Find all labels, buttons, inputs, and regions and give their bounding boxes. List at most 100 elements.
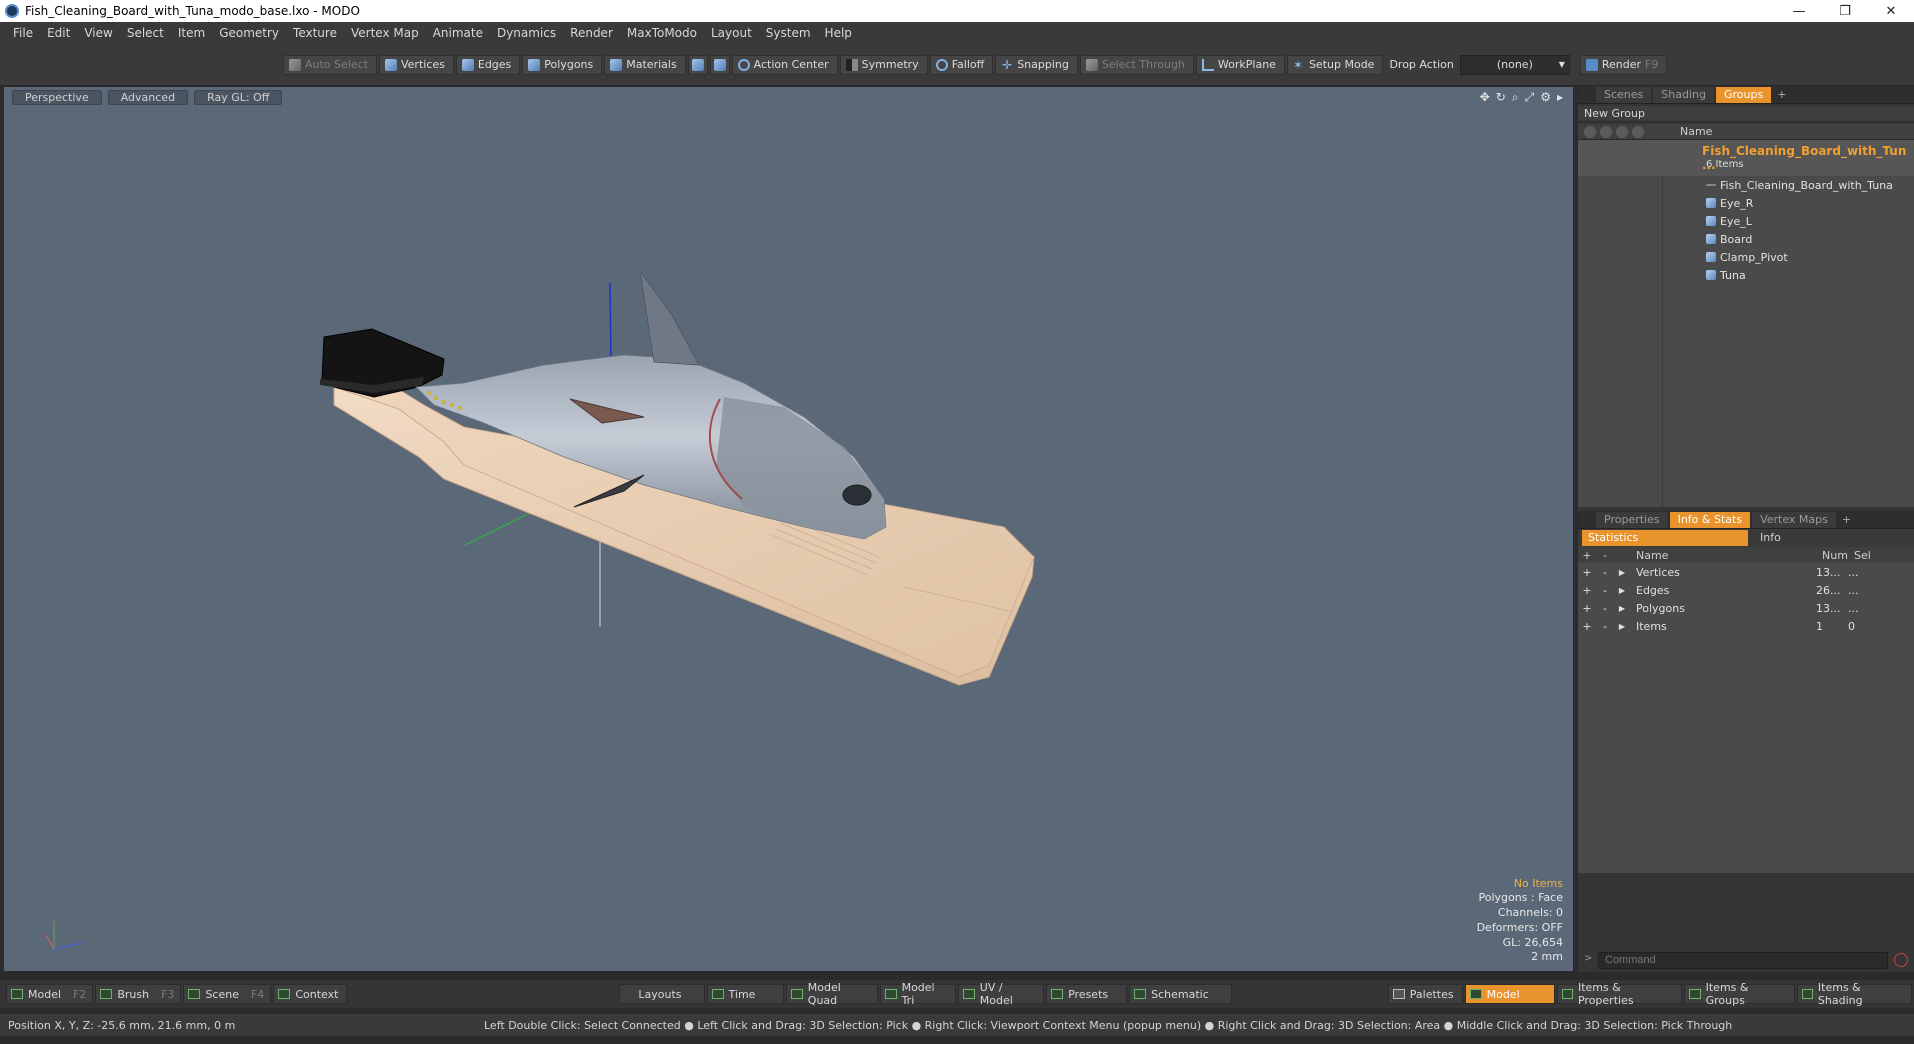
auto-select-button[interactable]: Auto Select: [283, 54, 377, 75]
action-center-button[interactable]: Action Center: [731, 54, 838, 75]
command-input[interactable]: [1598, 951, 1888, 969]
render-button[interactable]: Render F9: [1579, 54, 1668, 75]
menu-dynamics[interactable]: Dynamics: [490, 22, 563, 44]
num-column-header[interactable]: Num: [1822, 549, 1854, 562]
drop-action-select[interactable]: (none) ▼: [1459, 54, 1570, 75]
menu-file[interactable]: File: [6, 22, 40, 44]
tab-groups[interactable]: Groups: [1715, 86, 1772, 103]
collapse-icon[interactable]: -: [1596, 620, 1614, 633]
items-groups-button[interactable]: Items & Groups: [1684, 981, 1795, 1007]
collapse-icon[interactable]: -: [1596, 584, 1614, 597]
list-item[interactable]: Board: [1578, 230, 1914, 248]
scene-mode-button[interactable]: Scene F4: [183, 984, 272, 1004]
presets-button[interactable]: Presets: [1046, 984, 1128, 1004]
materials-button[interactable]: Materials: [604, 54, 686, 75]
sel-column-header[interactable]: Sel: [1854, 549, 1871, 562]
group-root-item[interactable]: Fish_Cleaning_Board_with_Tun ... 6 Items: [1578, 140, 1914, 176]
add-tab-icon[interactable]: +: [1777, 88, 1786, 101]
menu-help[interactable]: Help: [818, 22, 859, 44]
snapping-button[interactable]: ✛ Snapping: [995, 54, 1078, 75]
list-item[interactable]: Eye_R: [1578, 194, 1914, 212]
select-through-button[interactable]: Select Through: [1079, 54, 1194, 75]
menu-geometry[interactable]: Geometry: [212, 22, 286, 44]
tab-vertex-maps[interactable]: Vertex Maps: [1752, 511, 1836, 528]
tab-shading[interactable]: Shading: [1653, 86, 1714, 103]
pan-icon[interactable]: ✥: [1480, 90, 1490, 105]
triangle-right-icon[interactable]: ▶: [1614, 604, 1630, 613]
menu-maxtomodo[interactable]: MaxToModo: [620, 22, 704, 44]
collapse-all-icon[interactable]: -: [1596, 549, 1614, 562]
list-item[interactable]: Eye_L: [1578, 212, 1914, 230]
expand-icon[interactable]: +: [1578, 566, 1596, 579]
expand-icon[interactable]: +: [1578, 602, 1596, 615]
rotate-icon[interactable]: ↻: [1496, 90, 1506, 105]
gear-icon[interactable]: ⚙: [1540, 90, 1551, 105]
model-layout-button[interactable]: Model: [1464, 984, 1555, 1004]
expand-icon[interactable]: +: [1578, 620, 1596, 633]
view-perspective-tab[interactable]: Perspective: [12, 89, 102, 105]
lock-icon[interactable]: [1616, 125, 1628, 138]
triangle-right-icon[interactable]: ▶: [1614, 568, 1630, 577]
view-style-tab[interactable]: Advanced: [107, 89, 189, 105]
edges-button[interactable]: Edges: [455, 54, 521, 75]
maximize-icon[interactable]: ⤢: [1525, 90, 1535, 105]
triangle-right-icon[interactable]: ▶: [1614, 622, 1630, 631]
symmetry-button[interactable]: Symmetry: [839, 54, 928, 75]
menu-texture[interactable]: Texture: [286, 22, 344, 44]
name-column-header[interactable]: Name: [1636, 549, 1822, 562]
model-tri-button[interactable]: Model Tri: [880, 981, 957, 1007]
eye-icon[interactable]: [1584, 125, 1596, 138]
statistics-tab[interactable]: Statistics: [1582, 530, 1748, 546]
zoom-icon[interactable]: ⌕: [1512, 90, 1519, 105]
table-row[interactable]: + - ▶ Vertices 13......: [1578, 563, 1914, 581]
schematic-button[interactable]: Schematic: [1129, 984, 1232, 1004]
tab-scenes[interactable]: Scenes: [1596, 86, 1652, 103]
table-row[interactable]: + - ▶ Polygons 13......: [1578, 599, 1914, 617]
table-row[interactable]: + - ▶ Items 1 0: [1578, 617, 1914, 635]
workplane-button[interactable]: WorkPlane: [1195, 54, 1285, 75]
new-group-button[interactable]: New Group: [1578, 106, 1914, 122]
items-properties-button[interactable]: Items & Properties: [1556, 981, 1683, 1007]
tab-properties[interactable]: Properties: [1596, 511, 1668, 528]
more-arrow-icon[interactable]: ▸: [1557, 90, 1563, 105]
add-tab-icon[interactable]: +: [1842, 513, 1851, 526]
menu-layout[interactable]: Layout: [704, 22, 759, 44]
brush-mode-button[interactable]: Brush F3: [95, 984, 182, 1004]
triangle-right-icon[interactable]: ▶: [1614, 586, 1630, 595]
render-toggle-icon[interactable]: [1600, 125, 1612, 138]
menu-item[interactable]: Item: [171, 22, 212, 44]
context-mode-button[interactable]: Context: [273, 984, 348, 1004]
falloff-button[interactable]: Falloff: [929, 54, 994, 75]
restore-button[interactable]: ❐: [1822, 0, 1868, 22]
uv-model-button[interactable]: UV / Model: [958, 981, 1045, 1007]
info-tab[interactable]: Info: [1754, 530, 1787, 546]
ray-gl-tab[interactable]: Ray GL: Off: [194, 89, 283, 105]
expand-icon[interactable]: +: [1578, 584, 1596, 597]
list-item[interactable]: Fish_Cleaning_Board_with_Tuna: [1578, 176, 1914, 194]
menu-view[interactable]: View: [77, 22, 119, 44]
select-mode-pivot-button[interactable]: [709, 54, 730, 75]
select-toggle-icon[interactable]: [1632, 125, 1644, 138]
tab-info-stats[interactable]: Info & Stats: [1669, 511, 1751, 528]
model-mode-button[interactable]: Model F2: [6, 984, 94, 1004]
menu-animate[interactable]: Animate: [426, 22, 490, 44]
command-history-icon[interactable]: >: [1584, 953, 1592, 964]
close-button[interactable]: ✕: [1868, 0, 1914, 22]
vertices-button[interactable]: Vertices: [378, 54, 454, 75]
palettes-button[interactable]: Palettes: [1387, 984, 1463, 1004]
list-item[interactable]: Tuna: [1578, 266, 1914, 284]
3d-viewport[interactable]: Perspective Advanced Ray GL: Off ✥ ↻ ⌕ ⤢…: [3, 86, 1574, 972]
menu-vertex-map[interactable]: Vertex Map: [344, 22, 426, 44]
expand-all-icon[interactable]: +: [1578, 549, 1596, 562]
layouts-button[interactable]: Layouts: [619, 984, 705, 1004]
minimize-button[interactable]: —: [1776, 0, 1822, 22]
record-macro-icon[interactable]: [1894, 953, 1908, 967]
polygons-button[interactable]: Polygons: [522, 54, 603, 75]
select-mode-item-button[interactable]: [687, 54, 708, 75]
table-row[interactable]: + - ▶ Edges 26......: [1578, 581, 1914, 599]
menu-render[interactable]: Render: [563, 22, 620, 44]
list-item[interactable]: Clamp_Pivot: [1578, 248, 1914, 266]
model-quad-button[interactable]: Model Quad: [786, 981, 879, 1007]
items-shading-button[interactable]: Items & Shading: [1796, 981, 1912, 1007]
name-column-header[interactable]: Name: [1680, 125, 1712, 138]
